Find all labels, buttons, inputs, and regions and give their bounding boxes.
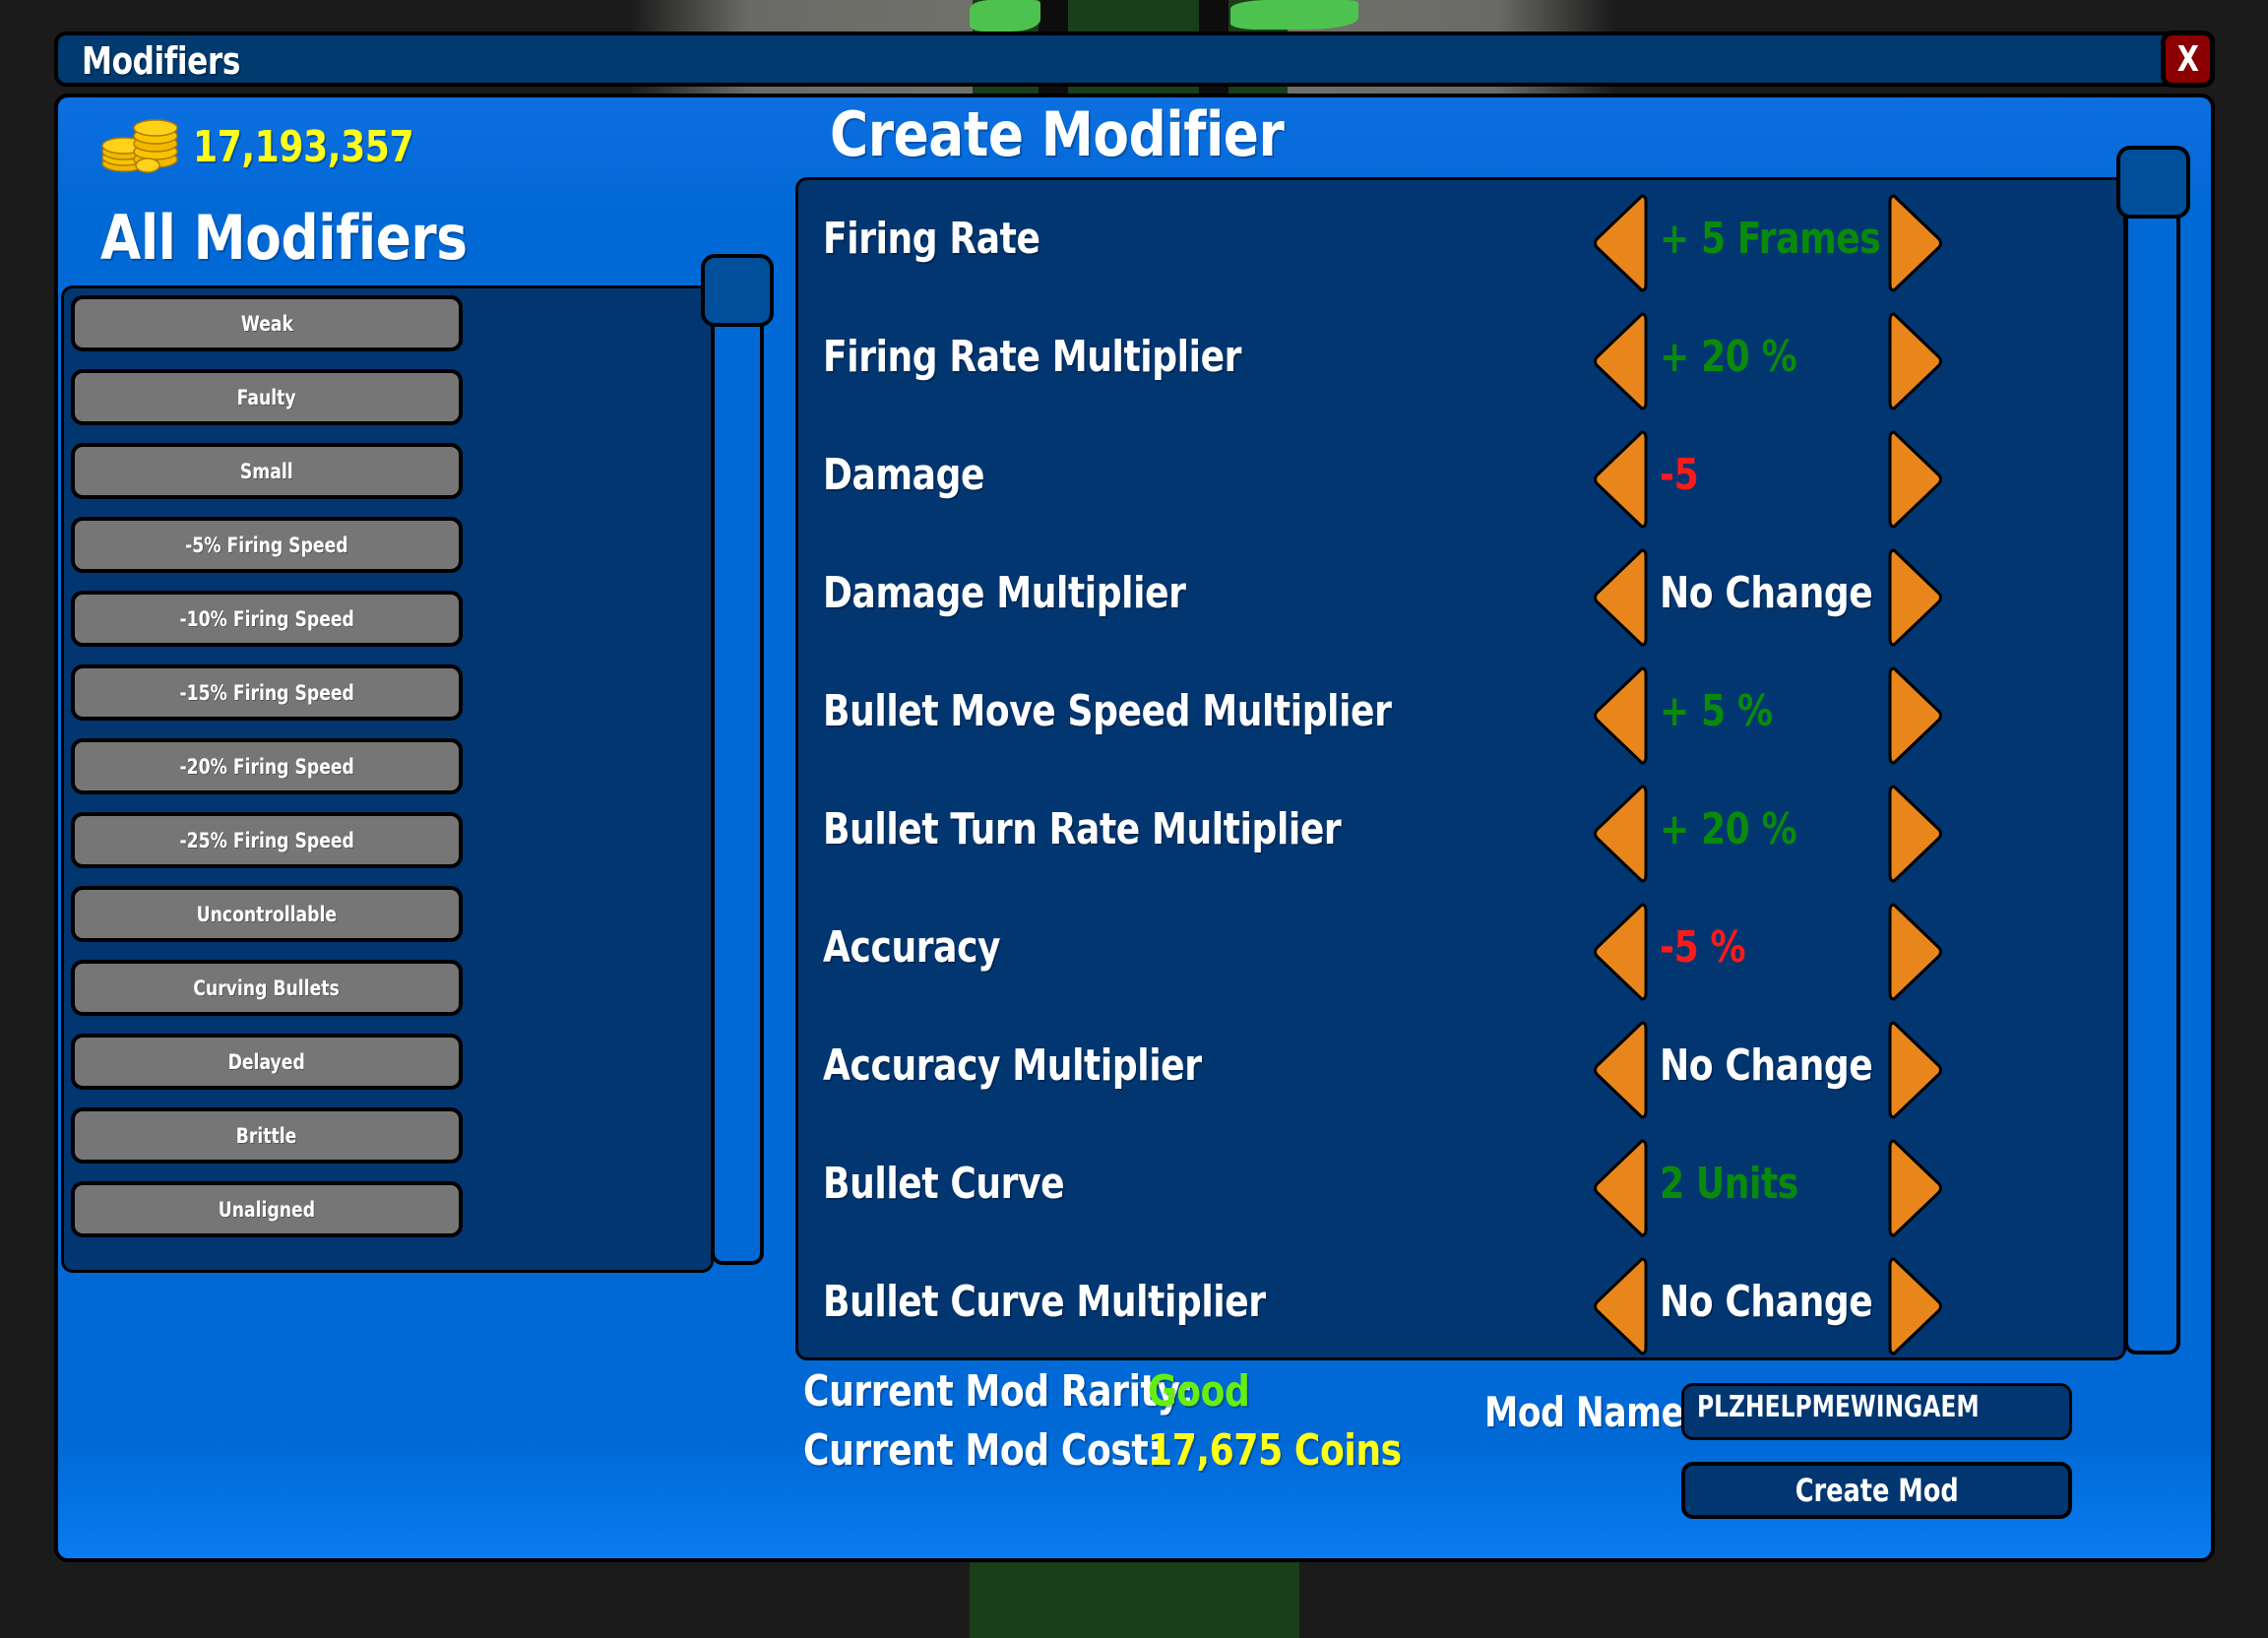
decrease-arrow-icon[interactable] — [1593, 310, 1648, 412]
rarity-value: Good — [1148, 1366, 1250, 1417]
create-mod-button[interactable]: Create Mod — [1681, 1462, 2072, 1519]
stat-value: + 20 % — [1660, 804, 1797, 854]
modifier-list-item[interactable]: Uncontrollable — [71, 886, 463, 942]
increase-arrow-icon[interactable] — [1888, 901, 1943, 1003]
create-mod-label: Create Mod — [1795, 1472, 1959, 1509]
modifier-list-item-label: -25% Firing Speed — [179, 828, 354, 852]
window-titlebar: Modifiers — [54, 32, 2210, 87]
stat-label: Bullet Move Speed Multiplier — [823, 686, 1392, 736]
create-modifier-title: Create Modifier — [830, 98, 1285, 170]
cost-label: Current Mod Cost: — [803, 1425, 1163, 1476]
modifier-list-item[interactable]: -20% Firing Speed — [71, 738, 463, 794]
stat-label: Bullet Curve Multiplier — [823, 1277, 1266, 1327]
increase-arrow-icon[interactable] — [1888, 546, 1943, 649]
rarity-label: Current Mod Rarity: — [803, 1366, 1194, 1417]
modifier-list-item[interactable]: Curving Bullets — [71, 960, 463, 1016]
modifier-list-item-label: Small — [240, 459, 293, 483]
modifier-list-item-label: Weak — [240, 311, 293, 336]
increase-arrow-icon[interactable] — [1888, 664, 1943, 767]
increase-arrow-icon[interactable] — [1888, 1255, 1943, 1357]
modifier-list-item[interactable]: Unaligned — [71, 1181, 463, 1237]
decrease-arrow-icon[interactable] — [1593, 428, 1648, 531]
modifier-list-item[interactable]: Brittle — [71, 1107, 463, 1164]
stat-value: 2 Units — [1660, 1159, 1798, 1209]
modifier-list-scrollbar[interactable] — [711, 305, 764, 1265]
modifier-list-item[interactable]: -25% Firing Speed — [71, 812, 463, 868]
stat-label: Damage Multiplier — [823, 568, 1186, 618]
window-title: Modifiers — [82, 39, 241, 83]
stat-value: -5 — [1660, 450, 1699, 500]
stat-value: + 5 % — [1660, 686, 1773, 736]
close-button[interactable]: X — [2161, 31, 2215, 88]
mod-name-input[interactable] — [1681, 1383, 2072, 1440]
stat-label: Accuracy Multiplier — [823, 1040, 1202, 1091]
stat-value: No Change — [1660, 568, 1873, 618]
stat-editor-scroll-thumb[interactable] — [2116, 146, 2190, 219]
modifier-list-item-label: Brittle — [236, 1123, 297, 1148]
stat-value: + 5 Frames — [1660, 214, 1881, 264]
all-modifiers-title: All Modifiers — [100, 202, 468, 274]
modifier-list-item[interactable]: Small — [71, 443, 463, 499]
stat-value: No Change — [1660, 1277, 1873, 1327]
decrease-arrow-icon[interactable] — [1593, 783, 1648, 885]
close-icon: X — [2176, 38, 2199, 80]
decrease-arrow-icon[interactable] — [1593, 1137, 1648, 1239]
modifier-list-item-label: -10% Firing Speed — [179, 606, 354, 631]
stat-label: Accuracy — [823, 922, 1001, 973]
modifier-list-item-label: -20% Firing Speed — [179, 754, 354, 779]
decrease-arrow-icon[interactable] — [1593, 664, 1648, 767]
stat-label: Damage — [823, 450, 985, 500]
increase-arrow-icon[interactable] — [1888, 192, 1943, 294]
background-grass-bottom — [970, 1562, 1299, 1638]
modifier-list-item-label: Uncontrollable — [196, 902, 338, 926]
decrease-arrow-icon[interactable] — [1593, 1255, 1648, 1357]
stat-value: No Change — [1660, 1040, 1873, 1091]
modifier-list-item[interactable]: Faulty — [71, 369, 463, 425]
decrease-arrow-icon[interactable] — [1593, 1019, 1648, 1121]
stat-value: + 20 % — [1660, 332, 1797, 382]
increase-arrow-icon[interactable] — [1888, 1019, 1943, 1121]
modifier-list-item-label: Delayed — [227, 1049, 306, 1074]
modifier-list-item-label: -5% Firing Speed — [185, 533, 348, 557]
stat-label: Firing Rate Multiplier — [823, 332, 1242, 382]
decrease-arrow-icon[interactable] — [1593, 901, 1648, 1003]
modifier-list-item-label: Unaligned — [218, 1197, 316, 1222]
stat-value: -5 % — [1660, 922, 1746, 973]
background-bush — [1230, 0, 1358, 30]
modifier-list-scroll-thumb[interactable] — [701, 254, 774, 327]
increase-arrow-icon[interactable] — [1888, 310, 1943, 412]
increase-arrow-icon[interactable] — [1888, 1137, 1943, 1239]
coins-balance: 17,193,357 — [193, 122, 414, 172]
coins-icon — [101, 119, 178, 173]
stat-label: Firing Rate — [823, 214, 1040, 264]
background-bush — [970, 0, 1040, 32]
increase-arrow-icon[interactable] — [1888, 783, 1943, 885]
modifier-list-item-label: Curving Bullets — [193, 976, 341, 1000]
modifier-list-item[interactable]: -10% Firing Speed — [71, 591, 463, 647]
modifier-list-item-label: -15% Firing Speed — [179, 680, 354, 705]
decrease-arrow-icon[interactable] — [1593, 546, 1648, 649]
stat-label: Bullet Turn Rate Multiplier — [823, 804, 1342, 854]
modifier-list-item[interactable]: -5% Firing Speed — [71, 517, 463, 573]
cost-value: 17,675 Coins — [1148, 1425, 1402, 1476]
decrease-arrow-icon[interactable] — [1593, 192, 1648, 294]
modifier-list-item[interactable]: -15% Firing Speed — [71, 664, 463, 721]
modifier-list-item[interactable]: Delayed — [71, 1034, 463, 1090]
stat-editor-scrollbar[interactable] — [2124, 197, 2180, 1354]
modifier-list-item[interactable]: Weak — [71, 295, 463, 351]
increase-arrow-icon[interactable] — [1888, 428, 1943, 531]
stat-label: Bullet Curve — [823, 1159, 1065, 1209]
modifier-list-item-label: Faulty — [236, 385, 296, 410]
mod-name-label: Mod Name: — [1484, 1388, 1697, 1436]
